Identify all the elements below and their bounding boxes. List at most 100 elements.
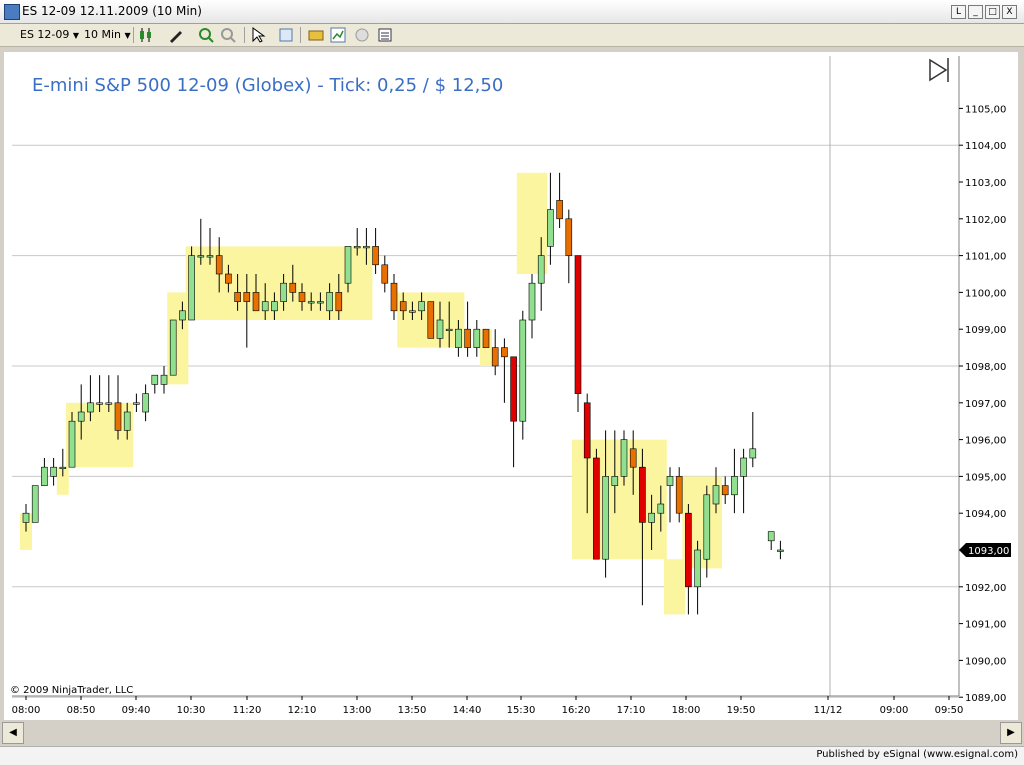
candle-body — [105, 402, 113, 405]
candle-body — [731, 476, 738, 496]
candle-body — [712, 485, 720, 505]
properties-icon[interactable] — [278, 27, 294, 43]
scroll-left-button[interactable]: ◀ — [2, 722, 24, 744]
candle-body — [243, 292, 251, 302]
x-tick-label: 09:50 — [935, 705, 964, 716]
candle-body — [777, 549, 784, 552]
candle-body — [510, 356, 517, 422]
candle-body — [179, 310, 186, 321]
candle-body — [261, 301, 269, 312]
x-tick-label: 12:10 — [288, 705, 317, 716]
candle-body — [169, 319, 177, 376]
candle-body — [289, 282, 297, 293]
y-tick-label: 1099,00 — [965, 325, 1006, 336]
candle-body — [694, 549, 701, 588]
instrument-dropdown[interactable]: ES 12-09 ▼ — [20, 27, 79, 43]
candle-body — [767, 531, 775, 542]
candle-body — [68, 420, 76, 468]
candle-body — [491, 347, 499, 367]
congestion-zone — [185, 246, 373, 320]
data-box-icon[interactable] — [377, 27, 393, 43]
toolbar: ES 12-09 ▼ 10 Min ▼ — [0, 24, 1024, 47]
candle-body — [151, 374, 159, 385]
candle-body — [22, 512, 30, 523]
candle-body — [381, 264, 389, 284]
candle-body — [31, 485, 39, 523]
x-tick-label: 08:00 — [12, 705, 41, 716]
y-tick-label: 1105,00 — [965, 104, 1006, 115]
candle-body — [749, 448, 757, 459]
scroll-right-button[interactable]: ▶ — [1000, 722, 1022, 744]
x-tick-label: 16:20 — [562, 705, 591, 716]
y-tick-label: 1100,00 — [965, 288, 1006, 299]
scroll-to-end-icon[interactable] — [929, 58, 949, 82]
candle-body — [528, 282, 536, 321]
candle-body — [593, 457, 600, 560]
candle-body — [501, 347, 508, 358]
congestion-zone — [66, 402, 134, 468]
y-tick-label: 1094,00 — [965, 509, 1006, 520]
candle-body — [574, 255, 582, 394]
link-button[interactable]: L — [951, 5, 966, 19]
candle-body — [455, 328, 462, 348]
horizontal-scrollbar[interactable]: ◀ ▶ — [0, 722, 1024, 744]
candle-body — [519, 319, 527, 422]
candle-body — [160, 374, 168, 385]
x-tick-label: 09:40 — [122, 705, 151, 716]
candle-body — [602, 476, 609, 560]
x-tick-label: 15:30 — [507, 705, 536, 716]
candle-body — [252, 292, 260, 312]
price-chart[interactable]: E-mini S&P 500 12-09 (Globex) - Tick: 0,… — [4, 52, 1018, 720]
toolbar-separator — [300, 27, 301, 43]
minimize-button[interactable]: _ — [968, 5, 983, 19]
y-tick-label: 1101,00 — [965, 252, 1006, 263]
candle-body — [280, 282, 287, 302]
candle-body — [409, 310, 416, 313]
candle-body — [87, 402, 94, 413]
candle-body — [298, 292, 306, 302]
candle-body — [133, 402, 140, 405]
x-tick-label: 09:00 — [880, 705, 909, 716]
chart-header: E-mini S&P 500 12-09 (Globex) - Tick: 0,… — [32, 75, 503, 96]
y-tick-label: 1095,00 — [965, 472, 1006, 483]
toolbar-separator — [244, 27, 245, 43]
candle-body — [721, 485, 729, 496]
interval-dropdown[interactable]: 10 Min ▼ — [84, 27, 131, 43]
drawing-tool-icon[interactable] — [168, 27, 184, 43]
candle-body — [418, 301, 425, 312]
candle-body — [41, 466, 48, 486]
toolbar-separator — [133, 27, 134, 43]
x-tick-label: 10:30 — [177, 705, 206, 716]
candle-body — [335, 292, 343, 312]
candle-body — [685, 512, 692, 588]
y-tick-label: 1089,00 — [965, 693, 1006, 704]
candle-body — [675, 476, 683, 514]
candle-body — [353, 246, 361, 249]
candle-body — [399, 301, 407, 312]
window-title: ES 12-09 12.11.2009 (10 Min) — [22, 4, 202, 18]
zoom-out-icon[interactable] — [220, 27, 236, 43]
y-tick-label: 1090,00 — [965, 656, 1006, 667]
x-tick-label: 18:00 — [672, 705, 701, 716]
candle-body — [271, 301, 278, 312]
zoom-in-icon[interactable] — [198, 27, 214, 43]
y-tick-label: 1091,00 — [965, 620, 1006, 631]
x-tick-label: 13:50 — [398, 705, 427, 716]
chart-area[interactable]: E-mini S&P 500 12-09 (Globex) - Tick: 0,… — [4, 52, 1018, 720]
status-bar: Published by eSignal (www.esignal.com) — [0, 746, 1024, 765]
cursor-pointer-icon[interactable] — [250, 27, 266, 43]
candle-body — [427, 301, 435, 339]
record-icon[interactable] — [354, 27, 370, 43]
strategy-icon[interactable] — [308, 27, 324, 43]
candlestick-style-icon[interactable] — [138, 27, 154, 43]
interval-label: 10 Min — [84, 28, 122, 41]
candle-body — [197, 255, 205, 258]
x-tick-label: 19:50 — [727, 705, 756, 716]
indicators-icon[interactable] — [330, 27, 346, 43]
maximize-button[interactable]: □ — [985, 5, 1000, 19]
close-button[interactable]: X — [1002, 5, 1017, 19]
candle-body — [648, 512, 655, 523]
x-tick-label: 11:20 — [233, 705, 262, 716]
candle-body — [620, 439, 628, 477]
candle-body — [59, 466, 67, 470]
